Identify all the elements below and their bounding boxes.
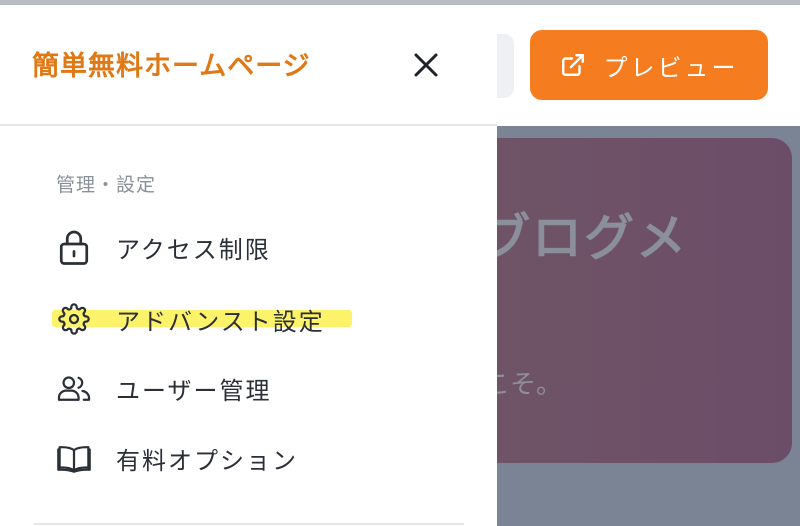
close-icon [411, 50, 441, 84]
preview-button-label: プレビュー [603, 53, 739, 82]
hero-title: ブログメ [480, 209, 688, 267]
preview-button[interactable]: プレビュー [530, 30, 768, 100]
drawer-header: 簡単無料ホームページ [0, 0, 497, 126]
menu-item-label: アクセス制限 [116, 235, 271, 264]
menu-item-advanced-settings[interactable]: アドバンスト設定 [52, 294, 472, 344]
section-label: 管理・設定 [56, 174, 157, 196]
divider [34, 523, 464, 525]
close-button[interactable] [404, 45, 448, 89]
menu-item-paid-options[interactable]: 有料オプション [52, 433, 472, 483]
top-border [0, 0, 800, 5]
gear-icon [52, 297, 96, 341]
menu-item-label: 有料オプション [116, 446, 298, 475]
hero-card: ブログメ こそ。 [470, 138, 792, 463]
menu-item-access-restriction[interactable]: アクセス制限 [52, 222, 472, 272]
lock-icon [52, 225, 96, 269]
menu-item-user-management[interactable]: ユーザー管理 [52, 363, 472, 413]
menu-item-label: アドバンスト設定 [116, 307, 325, 336]
side-drawer: 簡単無料ホームページ 管理・設定 アクセス制限 アドバンスト設定 ユーザー管理 … [0, 0, 497, 526]
external-link-icon [560, 52, 586, 78]
book-icon [52, 436, 96, 480]
brand-title[interactable]: 簡単無料ホームページ [32, 44, 311, 83]
menu-item-label: ユーザー管理 [116, 376, 272, 405]
users-icon [52, 366, 96, 410]
